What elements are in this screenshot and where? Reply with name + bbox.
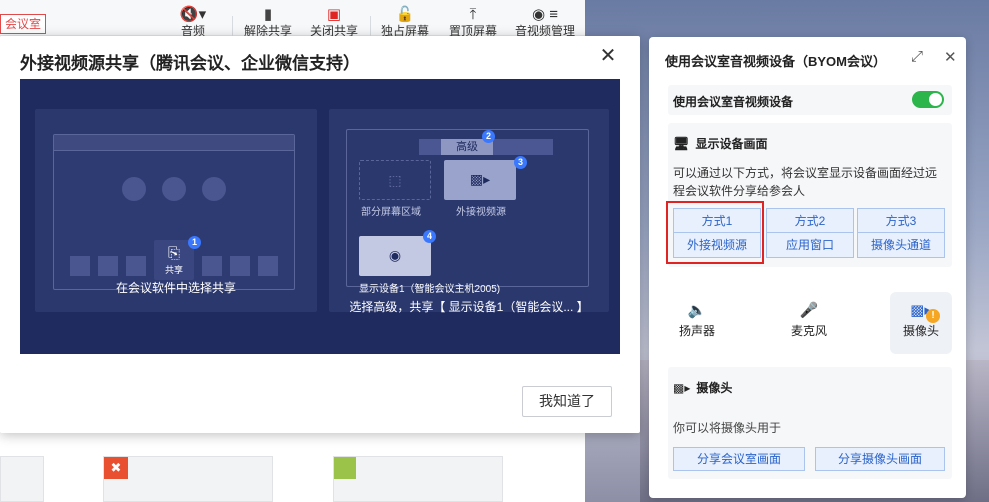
monitor-icon: 🖥 [673, 136, 690, 151]
lock-icon: 🔓 [395, 6, 415, 23]
camera-section: ▩▸ 摄像头 你可以将摄像头用于 分享会议室画面 分享摄像头画面 [668, 367, 952, 479]
thumbnail[interactable]: ✖ [103, 456, 273, 502]
crop-icon: ⬚ [388, 172, 402, 188]
method-2-button[interactable]: 方式2 应用窗口 [766, 208, 854, 258]
thumbnail-strip: ✖ [0, 432, 585, 502]
close-icon[interactable]: ✕ [944, 48, 957, 66]
step-caption-left: 在会议软件中选择共享 [115, 281, 236, 295]
share-camera-view-button[interactable]: 分享摄像头画面 [815, 447, 945, 471]
external-source-dialog: 外接视频源共享（腾讯会议、企业微信支持） ✕ ⎘ 共享 1 在会议软件中选择共享… [0, 36, 640, 433]
mock-meeting-window: ⎘ 共享 1 [53, 134, 295, 290]
thumbnail[interactable] [333, 456, 503, 502]
step-badge: 1 [188, 236, 201, 249]
tab-speaker[interactable]: 🔈 扬声器 [666, 292, 728, 354]
mock-partial-area-tile: ⬚ [359, 160, 431, 200]
mock-external-source-tile: ▩▸ [444, 160, 516, 200]
speaker-mute-icon: 🔇▾ [179, 6, 207, 23]
display-description: 可以通过以下方式，将会议室显示设备画面经过远程会议软件分享给参会人 [673, 166, 938, 198]
pin-top-icon: ⤒ [469, 6, 477, 23]
method-1-highlight [666, 201, 764, 264]
room-tag: 会议室 [0, 14, 47, 34]
mock-avatar [162, 177, 186, 201]
display-header: 🖥 显示设备画面 [673, 136, 768, 151]
share-room-view-button[interactable]: 分享会议室画面 [673, 447, 805, 471]
mock-external-label: 外接视频源 [456, 207, 506, 218]
mock-avatar [122, 177, 146, 201]
microphone-icon: 🎤 [799, 302, 819, 319]
pin-top-button[interactable]: ⤒ 置顶屏幕 [445, 6, 501, 38]
notepad-icon [334, 457, 356, 479]
mock-avatar [202, 177, 226, 201]
toggle-label: 使用会议室音视频设备 [673, 95, 794, 109]
stop-share-icon: ▣ [326, 6, 342, 23]
mock-tool [126, 256, 146, 276]
webcam-icon: ◉ [388, 247, 402, 263]
audio-button[interactable]: 🔇▾ 音频 [172, 6, 214, 38]
tab-camera[interactable]: ▩▸ 摄像头 ! [890, 292, 952, 354]
speaker-icon: 🔈 [687, 302, 707, 319]
dialog-title: 外接视频源共享（腾讯会议、企业微信支持） [20, 54, 360, 73]
meeting-toolbar: 会议室 🔇▾ 音频 ▮ 解除共享 ▣ 关闭共享 🔓 独占屏幕 ⤒ 置顶屏幕 ◉ … [0, 0, 585, 38]
mock-tool [202, 256, 222, 276]
step-caption-right: 选择高级，共享【 显示设备1（智能会议... 】 [349, 300, 589, 314]
warning-badge: ! [926, 309, 940, 323]
video-camera-icon: ▩▸ [673, 381, 691, 395]
stop-share-button[interactable]: ▣ 关闭共享 [306, 6, 362, 38]
step-badge: 4 [423, 230, 436, 243]
byom-toggle-switch[interactable] [912, 91, 944, 108]
mock-tool [98, 256, 118, 276]
tab-microphone[interactable]: 🎤 麦克风 [778, 292, 840, 354]
app-logo-icon: ✖ [104, 457, 128, 479]
switch-knob [929, 93, 942, 106]
illustration-step-left: ⎘ 共享 1 在会议软件中选择共享 [35, 109, 317, 312]
video-camera-icon: ▩▸ [469, 171, 491, 187]
thumbnail[interactable] [0, 456, 44, 502]
mock-title-bar [54, 135, 294, 151]
mock-display-device-tile: ◉ [359, 236, 431, 276]
mock-display-label: 显示设备1（智能会议主机2005) [359, 284, 501, 295]
step-badge: 2 [482, 130, 495, 143]
close-icon[interactable]: ✕ [598, 46, 618, 66]
illustration-step-right: 高级 2 ⬚ 部分屏幕区域 ▩▸ 3 外接视频源 ◉ 4 显示设备1（智能会议主… [329, 109, 609, 314]
screen-share-icon: ▮ [263, 6, 273, 23]
unshare-button[interactable]: ▮ 解除共享 [240, 6, 296, 38]
step-badge: 3 [514, 156, 527, 169]
mock-share-picker: 高级 2 ⬚ 部分屏幕区域 ▩▸ 3 外接视频源 ◉ 4 显示设备1（智能会议主… [346, 129, 589, 295]
mock-partial-label: 部分屏幕区域 [361, 207, 421, 218]
camera-header: ▩▸ 摄像头 [673, 381, 733, 395]
av-manage-button[interactable]: ◉ ≡ 音视频管理 [512, 6, 578, 38]
byom-panel: 使用会议室音视频设备（BYOM会议） ⤢ ✕ 使用会议室音视频设备 🖥 显示设备画… [649, 37, 966, 498]
mock-tool [258, 256, 278, 276]
got-it-button[interactable]: 我知道了 [522, 386, 612, 417]
toolbar-divider [232, 16, 233, 36]
mock-tool [230, 256, 250, 276]
mock-tool [70, 256, 90, 276]
camera-icon: ▩▸ [910, 302, 932, 319]
toolbar-divider [370, 16, 371, 36]
panel-title: 使用会议室音视频设备（BYOM会议） [665, 54, 887, 69]
tutorial-illustration: ⎘ 共享 1 在会议软件中选择共享 高级 2 ⬚ 部分屏幕区域 ▩▸ 3 外接视… [20, 79, 620, 354]
mock-share-button: ⎘ 共享 [154, 240, 194, 280]
method-3-button[interactable]: 方式3 摄像头通道 [857, 208, 945, 258]
camera-icon: ◉ ≡ [531, 6, 558, 23]
camera-description: 你可以将摄像头用于 [673, 421, 782, 435]
collapse-icon[interactable]: ⤢ [911, 48, 923, 65]
exclusive-screen-button[interactable]: 🔓 独占屏幕 [377, 6, 433, 38]
byom-toggle-row: 使用会议室音视频设备 [668, 85, 952, 115]
